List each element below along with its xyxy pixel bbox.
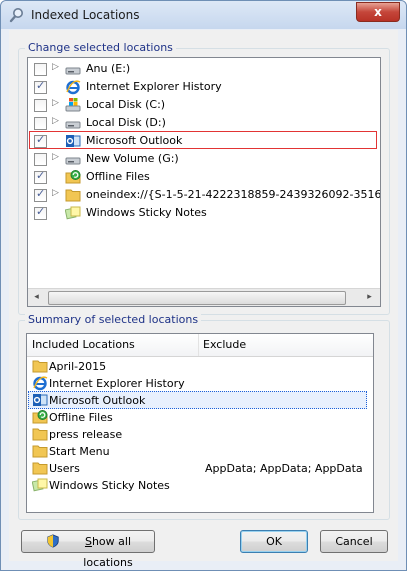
system-drive-icon: [65, 98, 81, 112]
checkbox[interactable]: [34, 99, 47, 112]
list-row-april-2015[interactable]: April-2015: [27, 358, 373, 375]
included-location: Windows Sticky Notes: [49, 479, 170, 492]
list-row-start-menu[interactable]: Start Menu: [27, 443, 373, 460]
search-magnifier-icon: [9, 8, 23, 23]
tree-item-offline-files[interactable]: Offline Files: [28, 168, 380, 186]
title-bar[interactable]: Indexed Locations x: [1, 1, 406, 29]
dialog-body: Change selected locations ▷ Anu (E:) Int…: [9, 30, 398, 569]
included-location: press release: [49, 428, 123, 441]
column-separator[interactable]: [198, 334, 199, 356]
summary-list[interactable]: Included Locations Exclude April-2015 In…: [26, 333, 374, 513]
horizontal-scrollbar[interactable]: ◂ ▸: [28, 288, 380, 306]
tree-item-label: Internet Explorer History: [86, 80, 222, 93]
tree-item-label: Local Disk (C:): [86, 98, 166, 111]
checkbox[interactable]: [34, 169, 47, 184]
drive-icon: [65, 67, 81, 75]
show-all-accesskey: S: [84, 535, 92, 548]
tree-item-anu-e[interactable]: ▷ Anu (E:): [28, 60, 380, 78]
scroll-thumb[interactable]: [48, 291, 346, 305]
show-all-locations-button[interactable]: Show all locations: [21, 530, 155, 569]
list-row-ie-history[interactable]: Internet Explorer History: [27, 375, 373, 392]
list-row-sticky-notes[interactable]: Windows Sticky Notes: [27, 477, 373, 494]
folder-icon: [32, 445, 48, 458]
sticky-notes-icon: [65, 206, 81, 220]
tree-item-label: New Volume (G:): [86, 152, 179, 165]
drive-icon: [65, 157, 81, 165]
scroll-right-button[interactable]: ▸: [361, 289, 378, 306]
folder-icon: [65, 189, 81, 202]
tree-item-ie-history[interactable]: Internet Explorer History: [28, 78, 380, 96]
tree-item-local-disk-d[interactable]: ▷ Local Disk (D:): [28, 114, 380, 132]
cancel-button[interactable]: Cancel: [320, 530, 388, 553]
change-locations-group: Change selected locations ▷ Anu (E:) Int…: [18, 41, 390, 315]
expand-arrow-icon[interactable]: ▷: [52, 188, 59, 198]
column-included-locations[interactable]: Included Locations: [32, 338, 135, 351]
checkbox[interactable]: [34, 153, 47, 166]
tree-item-local-disk-c[interactable]: ▷ Local Disk (C:): [28, 96, 380, 114]
column-exclude[interactable]: Exclude: [203, 338, 246, 351]
summary-title: Summary of selected locations: [25, 313, 202, 326]
offline-files-icon: [65, 170, 81, 184]
included-location: Users: [49, 462, 80, 475]
list-row-microsoft-outlook[interactable]: Microsoft Outlook: [27, 392, 373, 409]
close-button[interactable]: x: [356, 2, 400, 22]
expand-arrow-icon[interactable]: ▷: [52, 62, 59, 72]
checkbox[interactable]: [34, 79, 47, 94]
close-icon: x: [374, 5, 382, 19]
checkbox[interactable]: [34, 63, 47, 76]
list-row-users[interactable]: Users AppData; AppData; AppData: [27, 460, 373, 477]
cancel-label: Cancel: [335, 535, 373, 548]
list-row-press-release[interactable]: press release: [27, 426, 373, 443]
included-location: April-2015: [49, 360, 107, 373]
outlook-icon: [33, 394, 48, 406]
checkbox[interactable]: [34, 187, 47, 202]
included-location: Offline Files: [49, 411, 113, 424]
included-location: Start Menu: [49, 445, 110, 458]
indexed-locations-window: Indexed Locations x Change selected loca…: [0, 0, 407, 571]
drive-icon: [65, 121, 81, 129]
tree-item-new-volume-g[interactable]: ▷ New Volume (G:): [28, 150, 380, 168]
change-locations-title: Change selected locations: [25, 41, 176, 54]
tree-item-label: Windows Sticky Notes: [86, 206, 207, 219]
list-header: Included Locations Exclude: [27, 334, 373, 357]
expand-arrow-icon[interactable]: ▷: [52, 116, 59, 126]
included-location: Internet Explorer History: [49, 377, 185, 390]
folder-icon: [32, 462, 48, 475]
shield-icon: [47, 534, 59, 548]
list-row-offline-files[interactable]: Offline Files: [27, 409, 373, 426]
window-title: Indexed Locations: [31, 8, 140, 22]
internet-explorer-icon: [66, 80, 81, 95]
locations-tree[interactable]: ▷ Anu (E:) Internet Explorer History ▷ L…: [27, 57, 381, 307]
tree-item-label: oneindex://{S-1-5-21-4222318859-24393260…: [86, 188, 381, 201]
sticky-notes-icon: [32, 478, 48, 492]
ok-label: OK: [266, 535, 282, 548]
tree-item-sticky-notes[interactable]: Windows Sticky Notes: [28, 204, 380, 222]
expand-arrow-icon[interactable]: ▷: [52, 98, 59, 108]
exclude-value: AppData; AppData; AppData: [205, 462, 363, 475]
folder-icon: [32, 360, 48, 373]
ok-button[interactable]: OK: [240, 530, 308, 553]
tree-item-label: Offline Files: [86, 170, 150, 183]
checkbox[interactable]: [34, 205, 47, 220]
tree-item-label: Local Disk (D:): [86, 116, 166, 129]
outlook-highlight-box: [29, 131, 377, 149]
tree-item-label: Anu (E:): [86, 62, 131, 75]
expand-arrow-icon[interactable]: ▷: [52, 152, 59, 162]
offline-files-icon: [32, 410, 48, 424]
tree-item-oneindex[interactable]: ▷ oneindex://{S-1-5-21-4222318859-243932…: [28, 186, 381, 204]
included-location: Microsoft Outlook: [49, 394, 146, 407]
checkbox[interactable]: [34, 117, 47, 130]
scroll-left-button[interactable]: ◂: [28, 289, 45, 306]
internet-explorer-icon: [33, 376, 48, 391]
summary-group: Summary of selected locations Included L…: [18, 313, 390, 520]
folder-icon: [32, 428, 48, 441]
